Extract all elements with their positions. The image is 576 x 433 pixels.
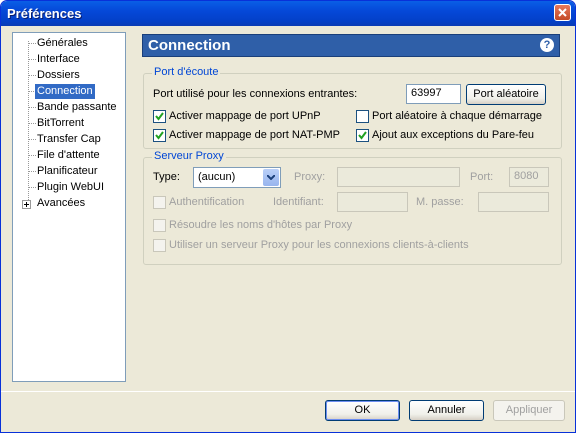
random-start-label: Port aléatoire à chaque démarrage	[372, 110, 542, 122]
port-label: Port utilisé pour les connexions entrant…	[153, 88, 358, 100]
upnp-checkbox[interactable]	[153, 110, 166, 123]
proxy-type-value: (aucun)	[198, 171, 236, 183]
window-title: Préférences	[7, 6, 82, 21]
help-icon[interactable]: ?	[540, 38, 554, 52]
dropdown-arrow[interactable]	[263, 169, 279, 186]
tree-item-connection[interactable]: Connection	[35, 84, 95, 99]
password-input[interactable]	[478, 192, 549, 212]
password-label: M. passe:	[416, 196, 464, 208]
proxy-group: Serveur Proxy Type: (aucun) Proxy: Port:…	[143, 150, 562, 265]
close-button[interactable]	[554, 4, 571, 21]
listening-port-group: Port d'écoute Port utilisé pour les conn…	[143, 66, 562, 149]
tree-item-file-attente[interactable]: File d'attente	[35, 148, 102, 163]
resolve-checkbox[interactable]	[153, 219, 166, 232]
cancel-button[interactable]: Annuler	[409, 400, 484, 421]
tree-item-bande-passante[interactable]: Bande passante	[35, 100, 119, 115]
divider	[1, 391, 575, 392]
proxy-host-label: Proxy:	[294, 171, 326, 183]
username-input[interactable]	[337, 192, 408, 212]
firewall-label: Ajout aux exceptions du Pare-feu	[372, 129, 535, 141]
preferences-window: Préférences Générales Interface Dossiers…	[0, 0, 576, 433]
upnp-label: Activer mappage de port UPnP	[169, 110, 321, 122]
tree-item-bittorrent[interactable]: BitTorrent	[35, 116, 86, 131]
section-title: Connection	[148, 37, 231, 54]
tree-item-transfer-cap[interactable]: Transfer Cap	[35, 132, 103, 147]
checkmark-icon	[155, 131, 164, 140]
natpmp-checkbox[interactable]	[153, 129, 166, 142]
tree-item-plugin-webui[interactable]: Plugin WebUI	[35, 180, 106, 195]
tree-item-interface[interactable]: Interface	[35, 52, 82, 67]
tree-item-dossiers[interactable]: Dossiers	[35, 68, 82, 83]
proxy-port-input[interactable]: 8080	[509, 167, 549, 187]
natpmp-label: Activer mappage de port NAT-PMP	[169, 129, 340, 141]
resolve-label: Résoudre les noms d'hôtes par Proxy	[169, 219, 353, 231]
checkmark-icon	[155, 112, 164, 121]
apply-button[interactable]: Appliquer	[493, 400, 565, 421]
chevron-down-icon	[267, 175, 275, 180]
proxy-port-label: Port:	[470, 171, 494, 183]
expand-icon[interactable]	[22, 200, 31, 209]
proxy-type-select[interactable]: (aucun)	[193, 167, 281, 188]
category-tree[interactable]: Générales Interface Dossiers Connection …	[12, 32, 126, 382]
tree-item-generales[interactable]: Générales	[35, 36, 90, 51]
peer-proxy-checkbox[interactable]	[153, 239, 166, 252]
listening-group-title: Port d'écoute	[152, 66, 221, 78]
auth-checkbox[interactable]	[153, 196, 166, 209]
random-port-button[interactable]: Port aléatoire	[466, 84, 546, 105]
section-header: Connection ?	[142, 34, 560, 57]
title-bar[interactable]: Préférences	[1, 1, 575, 26]
random-start-checkbox[interactable]	[356, 110, 369, 123]
tree-item-avancees[interactable]: Avancées	[35, 196, 87, 211]
close-icon	[558, 8, 567, 17]
proxy-host-input[interactable]	[337, 167, 460, 187]
username-label: Identifiant:	[273, 196, 324, 208]
firewall-checkbox[interactable]	[356, 129, 369, 142]
port-input[interactable]: 63997	[406, 84, 461, 104]
peer-proxy-label: Utiliser un serveur Proxy pour les conne…	[169, 239, 469, 251]
proxy-type-label: Type:	[153, 171, 180, 183]
proxy-group-title: Serveur Proxy	[152, 150, 226, 162]
auth-label: Authentification	[169, 196, 245, 208]
ok-button[interactable]: OK	[325, 400, 400, 421]
tree-item-planificateur[interactable]: Planificateur	[35, 164, 100, 179]
checkmark-icon	[358, 131, 367, 140]
